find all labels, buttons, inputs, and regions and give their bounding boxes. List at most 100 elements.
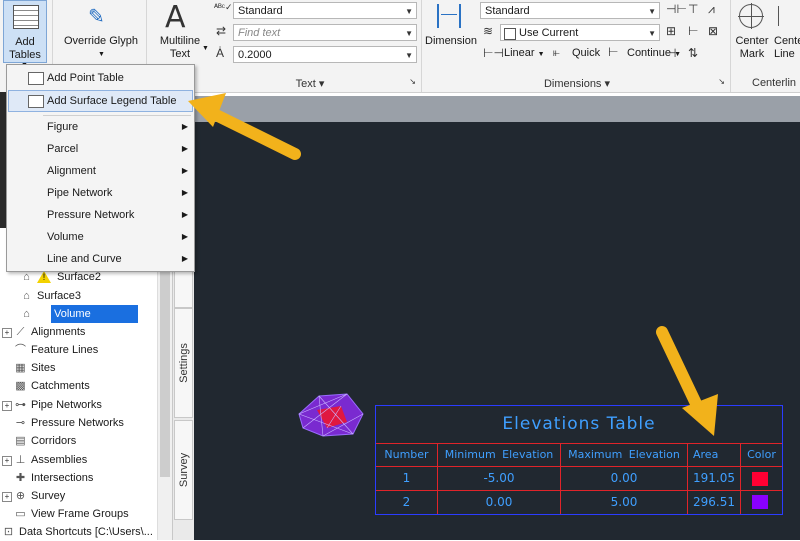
menu-item-alignment[interactable]: Alignment ▶ <box>8 160 193 182</box>
warning-icon: ! <box>37 271 51 283</box>
tree-item-surface3[interactable]: ⌂ Surface3 <box>20 287 81 305</box>
dim-tool-icon-3[interactable]: ⩘ <box>708 2 715 17</box>
tab-prospector[interactable] <box>174 268 193 308</box>
linear-button[interactable]: Linear ▼ <box>504 47 545 59</box>
add-tables-menu: Add Point Table Add Surface Legend Table… <box>6 64 195 272</box>
dim-tool-icon-8[interactable]: ⇅ <box>688 46 698 60</box>
table-icon <box>28 72 44 85</box>
tree-item-survey[interactable]: ⊕ Survey <box>14 487 65 505</box>
chevron-right-icon: ▶ <box>181 210 188 219</box>
text-panel-title[interactable]: Text ▾ ↘ <box>200 77 420 91</box>
center-mark-icon <box>738 3 764 29</box>
menu-item-add-surface-legend-table[interactable]: Add Surface Legend Table <box>8 90 193 112</box>
chevron-down-icon: ▼ <box>405 51 413 60</box>
menu-item-line-and-curve[interactable]: Line and Curve ▶ <box>8 248 193 270</box>
survey-icon: ⊕ <box>15 490 26 502</box>
launcher-icon[interactable]: ↘ <box>409 77 416 86</box>
table-cell-area: 191.05 <box>693 471 735 485</box>
tree-item-view-frame-groups[interactable]: ▭ View Frame Groups <box>14 505 128 523</box>
menu-item-volume[interactable]: Volume ▶ <box>8 226 193 248</box>
table-cell-min: -5.00 <box>483 471 515 485</box>
text-a-icon: A <box>165 0 186 35</box>
center-mark-button[interactable]: Center Mark <box>733 0 771 66</box>
toolspace-side-tabs: Settings Survey <box>172 268 194 540</box>
dimension-button[interactable]: Dimension <box>425 0 477 66</box>
dim-tool-icon-4[interactable]: ⊞ <box>666 24 676 38</box>
launcher-icon[interactable]: ↘ <box>718 77 725 86</box>
expand-icon[interactable]: + <box>2 456 12 466</box>
quick-dim-icon[interactable]: ⫦ <box>553 45 560 60</box>
tree-item-corridors[interactable]: ▤ Corridors <box>14 432 76 450</box>
alignment-icon: ⟋ <box>16 326 25 338</box>
callout-arrow-menu <box>188 93 301 160</box>
centerlines-panel-title[interactable]: Centerlin <box>752 77 800 91</box>
menu-item-figure[interactable]: Figure ▶ <box>8 116 193 138</box>
text-height-dropdown[interactable]: 0.2000 ▼ <box>233 46 417 63</box>
expand-icon[interactable]: + <box>2 492 12 502</box>
table-cell-max: 5.00 <box>610 495 638 509</box>
tree-item-alignments[interactable]: ⟋ Alignments <box>14 323 86 341</box>
dim-layer-icon[interactable]: ≋ <box>483 24 493 38</box>
spellcheck-icon[interactable]: ᴬᴮᶜ✓ <box>214 2 233 13</box>
tab-survey[interactable]: Survey <box>174 420 193 520</box>
corridor-icon: ▤ <box>15 435 26 447</box>
chevron-right-icon: ▶ <box>181 254 188 263</box>
menu-item-add-point-table[interactable]: Add Point Table <box>8 67 193 89</box>
table-cell-max: 0.00 <box>610 471 638 485</box>
menu-item-parcel[interactable]: Parcel ▶ <box>8 138 193 160</box>
expand-icon[interactable]: + <box>2 328 12 338</box>
tree-item-pipe-networks[interactable]: ⊶ Pipe Networks <box>14 396 102 414</box>
dim-tool-icon-5[interactable]: ⊢ <box>688 24 698 38</box>
tree-item-catchments[interactable]: ▩ Catchments <box>14 377 89 395</box>
dim-tool-icon-6[interactable]: ⊠ <box>708 24 718 38</box>
centerline-icon <box>778 6 799 26</box>
quick-button[interactable]: Quick <box>572 47 600 59</box>
tree-item-intersections[interactable]: ✚ Intersections <box>14 469 93 487</box>
chevron-down-icon: ▼ <box>202 45 209 52</box>
menu-item-pressure-network[interactable]: Pressure Network ▶ <box>8 204 193 226</box>
multiline-label: Multiline <box>159 35 201 47</box>
dim-tool-icon-1[interactable]: ⊣⊢ <box>666 2 687 16</box>
dim-tool-icon-2[interactable]: ⊤ <box>688 2 698 16</box>
toolspace-scrollbar[interactable] <box>157 268 172 540</box>
tag-icon: ✎ <box>88 6 105 28</box>
chevron-down-icon: ▼ <box>537 51 545 58</box>
text-style-dropdown[interactable]: Standard ▼ <box>233 2 417 19</box>
centerline-label: Center <box>774 35 800 47</box>
table-header: Area <box>693 448 719 461</box>
override-glyph-button[interactable]: ✎ Override Glyph ▼ <box>58 0 144 66</box>
color-swatch-icon <box>504 28 516 40</box>
text-style-value: Standard <box>238 5 283 17</box>
dim-style-dropdown[interactable]: Standard ▼ <box>480 2 660 19</box>
dim-tool-icon-7[interactable]: ⊣ <box>666 46 676 60</box>
expand-icon[interactable]: + <box>2 401 12 411</box>
table-header: Color <box>747 448 776 461</box>
scrollbar-thumb[interactable] <box>160 272 170 477</box>
tree-item-volume[interactable]: ⌂ Volume <box>20 305 138 323</box>
tree-item-data-shortcuts[interactable]: ⊡ Data Shortcuts [C:\Users\... <box>2 523 153 541</box>
tree-item-pressure-networks[interactable]: ⊸ Pressure Networks <box>14 414 124 432</box>
linear-dim-icon[interactable]: ⊢⊣ <box>483 46 504 60</box>
table-header: Minimum Elevation <box>444 448 554 461</box>
multiline-text-button[interactable]: A Multiline Text ▼ <box>152 0 209 66</box>
tree-item-assemblies[interactable]: ⊥ Assemblies <box>14 451 88 469</box>
find-replace-icon[interactable]: ⇄ <box>216 24 226 38</box>
chevron-right-icon: ▶ <box>181 188 188 197</box>
pressure-network-icon: ⊸ <box>15 417 26 429</box>
continue-dim-icon[interactable]: ⊢ <box>608 45 618 59</box>
menu-item-pipe-network[interactable]: Pipe Network ▶ <box>8 182 193 204</box>
dim-layer-dropdown[interactable]: Use Current ▼ <box>500 24 660 41</box>
tree-item-feature-lines[interactable]: ⌒ Feature Lines <box>14 341 98 359</box>
text-height-icon[interactable]: Ȧ <box>216 46 224 60</box>
surface-icon: ⌂ <box>23 308 30 320</box>
dimensions-panel-title[interactable]: Dimensions ▾ ↘ <box>425 77 729 91</box>
center-mark-label: Center <box>735 35 769 47</box>
tab-settings[interactable]: Settings <box>174 308 193 418</box>
find-text-input[interactable]: Find text ▼ <box>233 24 417 41</box>
add-tables-button[interactable]: Add Tables ▼ <box>3 0 47 69</box>
centerline-button[interactable]: Center Line <box>774 0 800 66</box>
chevron-down-icon: ▼ <box>98 51 105 58</box>
add-tables-label-2: Tables <box>9 49 41 61</box>
color-swatch-purple <box>752 495 768 509</box>
tree-item-sites[interactable]: ▦ Sites <box>14 359 55 377</box>
